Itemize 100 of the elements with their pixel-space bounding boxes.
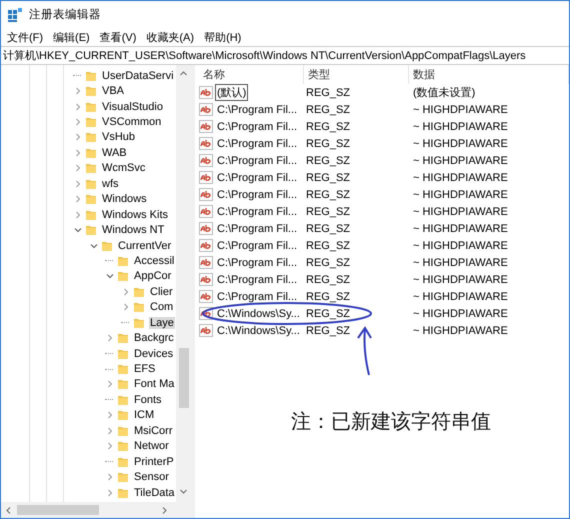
tree-item[interactable]: UserDataServi (101, 70, 175, 82)
folder-icon (85, 162, 97, 174)
column-header[interactable]: 名称 (199, 65, 304, 84)
folder-icon (117, 471, 129, 484)
tree-item[interactable]: Com (149, 301, 174, 314)
folder-icon (117, 254, 129, 267)
tree-item[interactable]: Accessil (133, 254, 176, 267)
expand-chevron-icon[interactable] (73, 86, 83, 96)
folder-icon (133, 316, 145, 329)
expand-chevron-icon[interactable] (105, 441, 115, 452)
value-data: ~ HIGHDPIAWARE (412, 240, 509, 252)
scroll-left-icon[interactable] (4, 506, 13, 514)
tree-item[interactable]: WcmSvc (101, 162, 146, 174)
tree-item[interactable]: Windows Kits (101, 208, 170, 221)
tree-item[interactable]: VsHub (101, 131, 136, 144)
value-data: ~ HIGHDPIAWARE (412, 104, 509, 116)
tree-item[interactable]: Sensor (133, 471, 170, 484)
expand-chevron-icon[interactable] (105, 488, 115, 498)
string-value-icon (199, 290, 213, 303)
string-value-icon (199, 86, 213, 99)
value-name[interactable]: C:\Windows\Sy... (215, 306, 302, 320)
value-data: ~ HIGHDPIAWARE (412, 154, 509, 166)
tree-item[interactable]: EFS (133, 363, 156, 376)
value-name[interactable]: C:\Program Fil... (215, 170, 300, 184)
scrollbar-thumb[interactable] (178, 348, 188, 408)
value-name[interactable]: C:\Program Fil... (215, 222, 300, 236)
value-type: REG_SZ (305, 274, 352, 286)
expand-chevron-icon[interactable] (105, 410, 115, 420)
tree-item[interactable]: PrinterP (133, 456, 175, 468)
tree-item[interactable]: WAB (101, 146, 128, 159)
tree-item[interactable]: Fonts (133, 394, 163, 406)
value-name[interactable]: C:\Program Fil... (215, 188, 300, 202)
folder-icon (117, 486, 129, 499)
scroll-right-icon[interactable] (160, 506, 169, 514)
tree-item[interactable]: Windows NT (101, 224, 166, 236)
value-name[interactable]: C:\Windows\Sy... (215, 324, 302, 338)
tree-item[interactable]: MsiCorr (133, 424, 174, 437)
expand-chevron-icon[interactable] (105, 333, 115, 344)
value-name[interactable]: C:\Program Fil... (215, 204, 300, 218)
value-name[interactable]: C:\Program Fil... (215, 272, 300, 286)
value-name[interactable]: C:\Program Fil... (215, 256, 300, 270)
scroll-up-icon[interactable] (179, 69, 188, 78)
expand-chevron-icon[interactable] (73, 178, 83, 189)
expand-chevron-icon[interactable] (73, 132, 83, 142)
value-name[interactable]: C:\Program Fil... (215, 238, 300, 252)
menu-item[interactable]: 收藏夹(A) (142, 30, 200, 44)
expand-chevron-icon[interactable] (73, 194, 83, 204)
tree-item[interactable]: wfs (101, 178, 120, 190)
tree-item[interactable]: VSCommon (101, 116, 162, 128)
expand-chevron-icon[interactable] (73, 117, 83, 128)
tree-item[interactable]: Clier (149, 286, 174, 298)
scroll-down-icon[interactable] (179, 487, 188, 496)
expand-chevron-icon[interactable] (105, 472, 115, 482)
value-name[interactable]: (默认) (215, 84, 248, 101)
value-name[interactable]: C:\Program Fil... (215, 154, 300, 168)
value-name[interactable]: C:\Program Fil... (215, 102, 300, 116)
tree-item[interactable]: Laye (149, 316, 175, 329)
value-type: REG_SZ (305, 222, 352, 234)
folder-icon (85, 193, 97, 206)
value-data: ~ HIGHDPIAWARE (412, 172, 509, 184)
tree-item[interactable]: VisualStudio (101, 100, 164, 113)
expand-chevron-icon[interactable] (121, 286, 131, 297)
folder-icon (117, 378, 129, 390)
horizontal-scrollbar[interactable] (1, 502, 191, 518)
tree-item[interactable]: TileData (133, 486, 176, 499)
expand-chevron-icon[interactable] (73, 148, 83, 158)
column-header[interactable]: 类型 (304, 65, 409, 84)
scrollbar-thumb[interactable] (17, 505, 99, 515)
menu-item[interactable]: 编辑(E) (49, 30, 96, 44)
string-value-icon (199, 273, 213, 286)
annotation-arrow (357, 326, 372, 376)
address-bar[interactable]: 计算机\HKEY_CURRENT_USER\Software\Microsoft\Windows NT\CurrentVersion\AppCompatFlags\Layers (1, 46, 569, 65)
string-value-icon (199, 154, 213, 167)
tree-item[interactable]: ICM (133, 409, 156, 422)
tree-item[interactable]: Devices (133, 348, 174, 360)
tree-item[interactable]: Windows (101, 193, 148, 206)
menu-item[interactable]: 文件(F) (3, 30, 50, 44)
expand-chevron-icon[interactable] (73, 163, 83, 174)
value-name[interactable]: C:\Program Fil... (215, 136, 300, 150)
value-data: ~ HIGHDPIAWARE (412, 138, 509, 150)
expand-chevron-icon[interactable] (105, 379, 115, 390)
expand-chevron-icon[interactable] (121, 302, 131, 312)
expand-chevron-icon[interactable] (73, 102, 83, 112)
menu-item[interactable]: 帮助(H) (200, 30, 248, 44)
value-name[interactable]: C:\Program Fil... (215, 290, 300, 304)
tree-item[interactable]: VBA (101, 85, 126, 98)
expand-chevron-icon[interactable] (73, 210, 83, 220)
tree-item[interactable]: CurrentVer (117, 240, 172, 252)
value-type: REG_SZ (305, 240, 352, 252)
tree-item[interactable]: Backgrc (133, 332, 175, 344)
menu-item[interactable]: 查看(V) (96, 30, 142, 44)
tree-item[interactable]: Networ (133, 440, 170, 452)
string-value-icon (199, 222, 213, 235)
column-header[interactable]: 数据 (409, 65, 569, 84)
value-name[interactable]: C:\Program Fil... (215, 120, 300, 134)
tree-item[interactable]: AppCor (133, 270, 172, 282)
tree-item[interactable]: Font Ma (133, 378, 176, 390)
expand-chevron-icon[interactable] (105, 426, 115, 436)
value-type: REG_SZ (305, 324, 352, 336)
value-data: ~ HIGHDPIAWARE (412, 274, 509, 286)
